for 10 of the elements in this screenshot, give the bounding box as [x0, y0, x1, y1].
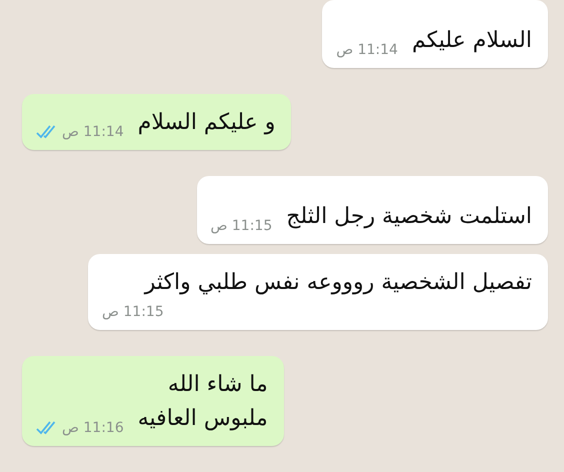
message-time: 11:16 ص	[62, 420, 124, 436]
message-text: استلمت شخصية رجل الثلج	[286, 203, 532, 231]
message-time: 11:14 ص	[62, 124, 124, 140]
message-text: و عليكم السلام	[138, 109, 276, 137]
message-time: 11:15 ص	[102, 304, 164, 320]
message-time: 11:15 ص	[210, 218, 272, 234]
message-text: ما شاء الله ملبوس العافيه	[138, 371, 268, 434]
message-text: تفصيل الشخصية روووعه نفس طلبي واكثر	[144, 269, 532, 298]
message-time: 11:14 ص	[336, 42, 398, 58]
message-text: السلام عليكم	[412, 26, 532, 55]
